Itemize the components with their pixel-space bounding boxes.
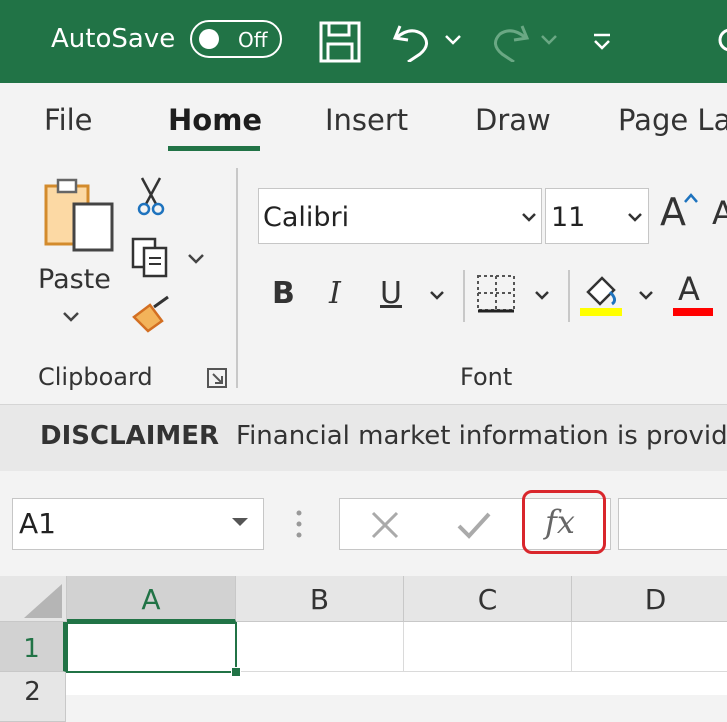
undo-dropdown-icon[interactable]: [444, 34, 462, 46]
tab-insert[interactable]: Insert: [325, 103, 408, 137]
formula-bar-grip-icon[interactable]: [294, 508, 304, 540]
tab-home[interactable]: Home: [168, 103, 262, 137]
search-icon[interactable]: [716, 26, 727, 56]
group-separator: [236, 168, 238, 388]
cell-c1[interactable]: [404, 622, 572, 672]
column-header-c[interactable]: C: [404, 576, 572, 622]
decrease-font-size-button[interactable]: A: [712, 194, 727, 232]
customize-qat-icon[interactable]: [592, 32, 612, 52]
increase-font-size-icon: [684, 193, 698, 203]
tab-page-layout[interactable]: Page La: [618, 103, 727, 137]
column-header-d[interactable]: D: [572, 576, 727, 622]
row-header-2[interactable]: 2: [0, 672, 66, 722]
tab-file[interactable]: File: [44, 103, 93, 137]
column-header-b[interactable]: B: [236, 576, 404, 622]
select-all-icon: [24, 584, 62, 618]
fill-handle[interactable]: [231, 667, 241, 677]
font-color-swatch: [673, 308, 713, 316]
fill-color-icon[interactable]: [580, 270, 624, 318]
autosave-state: Off: [238, 28, 268, 52]
chevron-down-icon[interactable]: [521, 212, 537, 224]
save-icon[interactable]: [318, 20, 362, 64]
underline-dropdown-icon[interactable]: [429, 290, 445, 302]
disclaimer-text: Financial market information is provid: [236, 421, 727, 451]
name-box-value: A1: [19, 507, 56, 540]
clipboard-group-label: Clipboard: [38, 363, 153, 391]
separator: [463, 270, 465, 322]
font-group-label: Font: [460, 363, 513, 391]
autosave-label: AutoSave: [51, 24, 176, 54]
font-name-value: Calibri: [263, 202, 350, 233]
toggle-knob: [199, 29, 219, 49]
italic-button[interactable]: I: [329, 276, 341, 311]
formula-input[interactable]: [618, 498, 727, 550]
disclaimer-title: DISCLAIMER: [40, 421, 220, 451]
paste-icon[interactable]: [40, 176, 116, 256]
chevron-down-icon[interactable]: [627, 212, 643, 224]
borders-dropdown-icon[interactable]: [534, 290, 550, 302]
redo-dropdown-icon[interactable]: [540, 34, 558, 46]
borders-icon[interactable]: [476, 274, 516, 314]
autosave-toggle[interactable]: Off: [190, 20, 282, 58]
column-header-a[interactable]: A: [67, 576, 236, 622]
format-painter-icon[interactable]: [130, 295, 174, 333]
cancel-icon[interactable]: [370, 510, 400, 540]
font-color-button[interactable]: A: [678, 270, 700, 308]
cell-b1[interactable]: [236, 622, 404, 672]
bold-button[interactable]: B: [272, 276, 295, 311]
paste-dropdown-icon[interactable]: [62, 310, 80, 324]
cell-a1-selected[interactable]: [66, 622, 237, 673]
clipboard-launcher-icon[interactable]: [207, 368, 227, 388]
paste-label[interactable]: Paste: [38, 264, 111, 295]
fx-highlight-outline: [522, 490, 606, 554]
undo-icon[interactable]: [390, 18, 434, 62]
active-tab-indicator: [168, 146, 260, 151]
cell-d1[interactable]: [572, 622, 727, 672]
copy-icon[interactable]: [130, 236, 172, 278]
cut-icon[interactable]: [136, 176, 166, 218]
underline-button[interactable]: U: [380, 276, 402, 311]
row-header-1[interactable]: 1: [0, 622, 66, 672]
fill-color-dropdown-icon[interactable]: [638, 290, 654, 302]
copy-dropdown-icon[interactable]: [187, 252, 205, 266]
font-size-value: 11: [551, 202, 586, 233]
separator: [568, 270, 570, 322]
tab-draw[interactable]: Draw: [475, 103, 551, 137]
name-box-dropdown-icon[interactable]: [230, 516, 250, 528]
select-all-button[interactable]: [0, 576, 67, 622]
redo-icon[interactable]: [488, 18, 532, 62]
enter-check-icon[interactable]: [456, 510, 492, 540]
